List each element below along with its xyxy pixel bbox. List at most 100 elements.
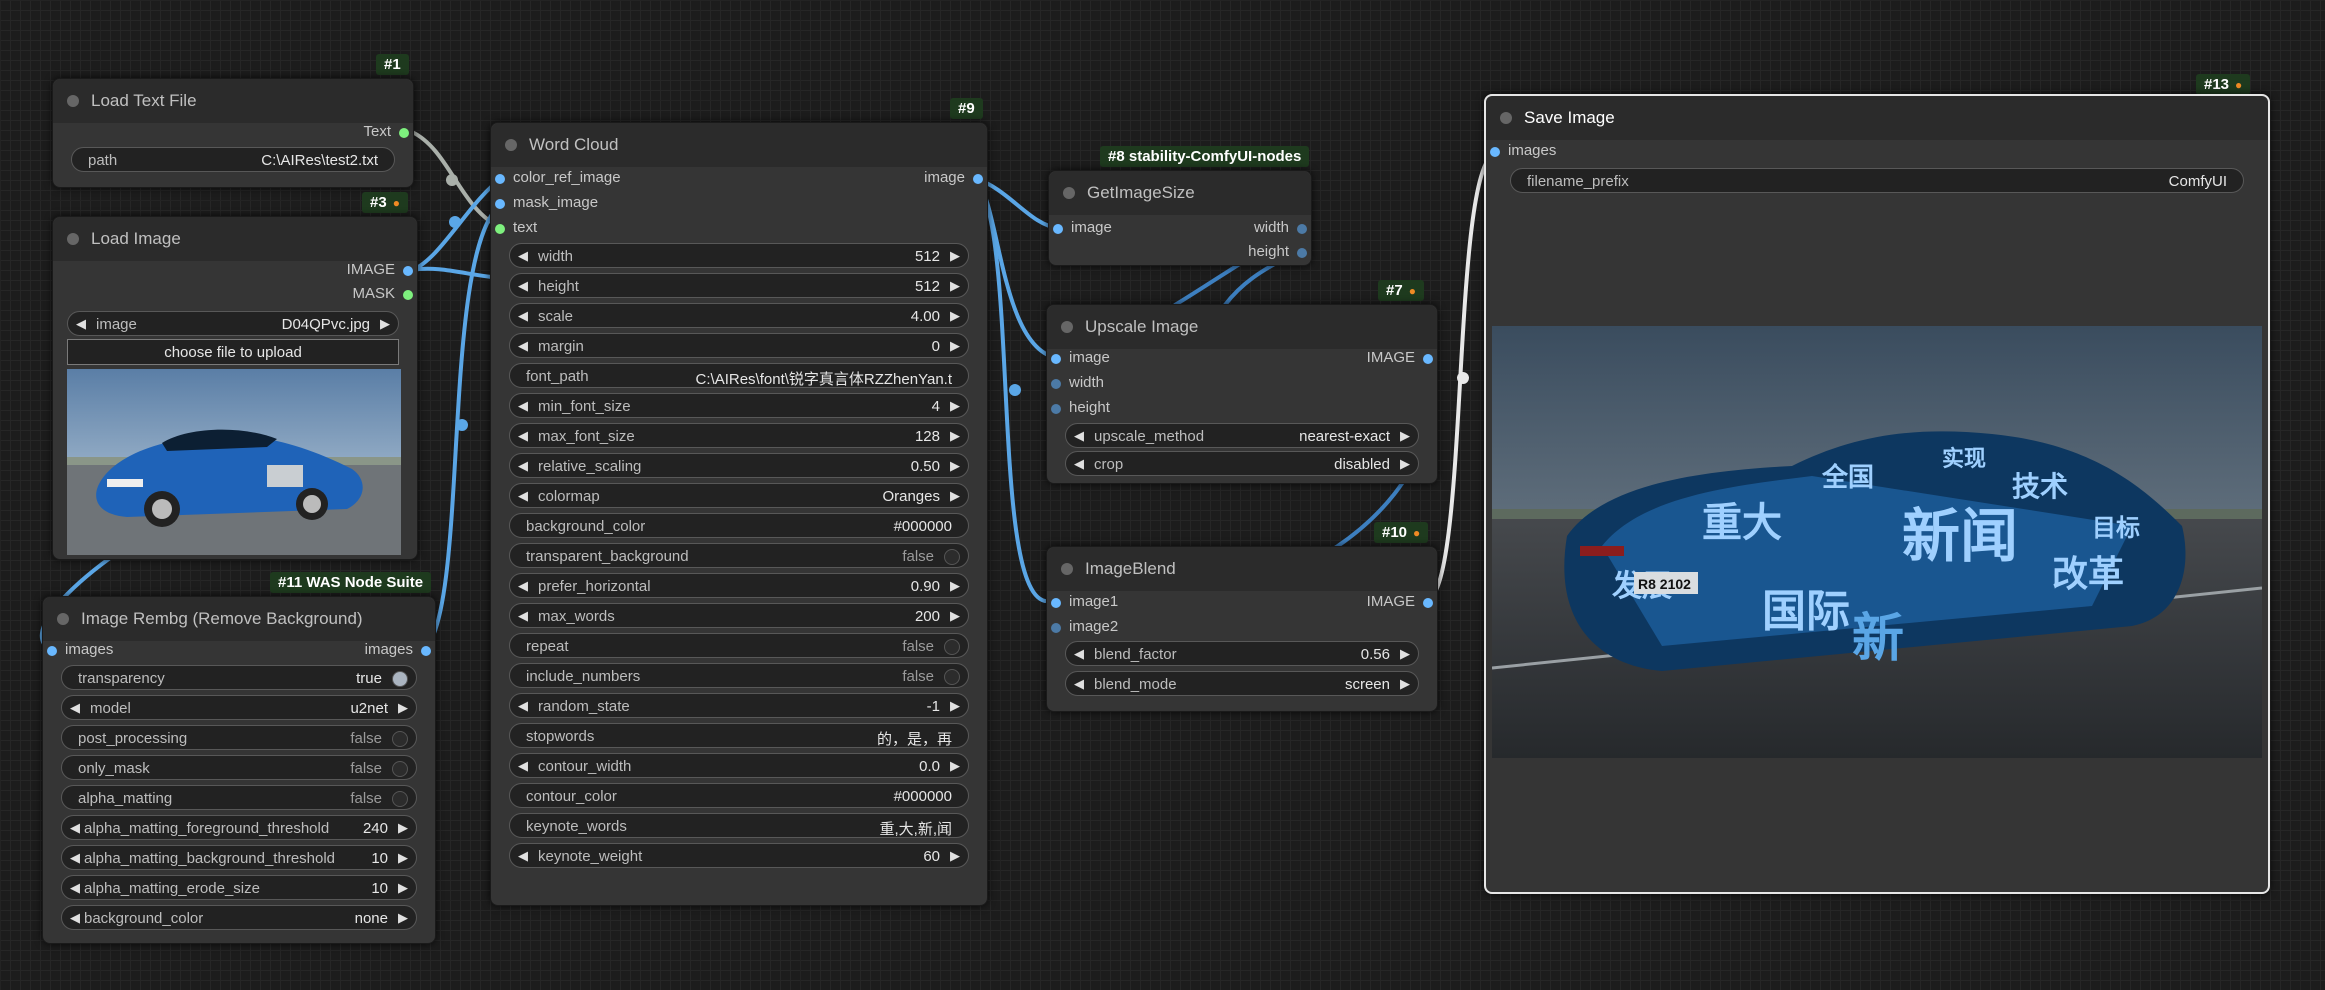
collapse-dot-icon[interactable] <box>67 95 79 107</box>
width-number[interactable]: ◀ width 512 ▶ <box>509 243 969 268</box>
collapse-dot-icon[interactable] <box>67 233 79 245</box>
arrow-left-icon: ◀ <box>70 700 80 715</box>
only-mask-toggle[interactable]: only_mask false <box>61 755 417 780</box>
image-combo[interactable]: ◀ image D04QPvc.jpg ▶ <box>67 311 399 336</box>
node-get-image-size[interactable]: GetImageSize image width height <box>1048 170 1312 266</box>
arrow-left-icon: ◀ <box>518 398 528 413</box>
preview-word: 技术 <box>2012 470 2068 503</box>
collapse-dot-icon[interactable] <box>1500 112 1512 124</box>
node-image-blend[interactable]: ImageBlend image1 image2 IMAGE ◀ blend_fa… <box>1046 546 1438 712</box>
keynote-words-text[interactable]: keynote_words 重,大,新,闻 <box>509 813 969 838</box>
node-load-image[interactable]: Load Image IMAGE MASK ◀ image D04QPvc.jpg ▶… <box>52 216 418 560</box>
collapse-dot-icon[interactable] <box>505 139 517 151</box>
node-word-cloud[interactable]: Word Cloud color_ref_image mask_image te… <box>490 122 988 906</box>
contour-color-text[interactable]: contour_color #000000 <box>509 783 969 808</box>
upscale-method-combo[interactable]: ◀ upscale_method nearest-exact ▶ <box>1065 423 1419 448</box>
node-id-badge: #11 WAS Node Suite <box>270 572 432 593</box>
collapse-dot-icon[interactable] <box>57 613 69 625</box>
node-title: Save Image <box>1524 108 1615 127</box>
collapse-dot-icon[interactable] <box>1061 321 1073 333</box>
input-image-slot[interactable]: image <box>1047 349 1110 366</box>
output-images-slot[interactable]: images <box>365 641 435 658</box>
max-font-size-number[interactable]: ◀ max_font_size 128 ▶ <box>509 423 969 448</box>
output-text-slot[interactable]: Text <box>363 123 413 140</box>
node-upscale-image[interactable]: Upscale Image image width height IMAGE ◀… <box>1046 304 1438 484</box>
output-image-slot[interactable]: IMAGE <box>1367 593 1437 610</box>
upload-button[interactable]: choose file to upload <box>67 339 399 365</box>
node-image-rembg[interactable]: Image Rembg (Remove Background) images i… <box>42 596 436 944</box>
transparent-background-toggle[interactable]: transparent_background false <box>509 543 969 568</box>
colormap-combo[interactable]: ◀ colormap Oranges ▶ <box>509 483 969 508</box>
arrow-right-icon: ▶ <box>950 458 960 473</box>
post-processing-toggle[interactable]: post_processing false <box>61 725 417 750</box>
node-header[interactable]: Save Image <box>1486 96 2268 140</box>
slot-dot-icon <box>1053 224 1063 234</box>
model-combo[interactable]: ◀ model u2net ▶ <box>61 695 417 720</box>
input-images-slot[interactable]: images <box>1486 142 1556 159</box>
input-color-ref-image-slot[interactable]: color_ref_image <box>491 169 621 186</box>
alpha-matting-toggle[interactable]: alpha_matting false <box>61 785 417 810</box>
arrow-left-icon: ◀ <box>70 820 80 835</box>
node-header[interactable]: Word Cloud <box>491 123 987 167</box>
output-width-slot[interactable]: width <box>1254 219 1311 236</box>
node-header[interactable]: Upscale Image <box>1047 305 1437 349</box>
input-width-slot[interactable]: width <box>1047 374 1104 391</box>
random-state-number[interactable]: ◀ random_state -1 ▶ <box>509 693 969 718</box>
collapse-dot-icon[interactable] <box>1061 563 1073 575</box>
contour-width-number[interactable]: ◀ contour_width 0.0 ▶ <box>509 753 969 778</box>
alpha-matting-background-threshold-number[interactable]: ◀ alpha_matting_background_threshold 10 ▶ <box>61 845 417 870</box>
margin-number[interactable]: ◀ margin 0 ▶ <box>509 333 969 358</box>
height-number[interactable]: ◀ height 512 ▶ <box>509 273 969 298</box>
blend-factor-number[interactable]: ◀ blend_factor 0.56 ▶ <box>1065 641 1419 666</box>
repeat-toggle[interactable]: repeat false <box>509 633 969 658</box>
fox-icon: ● <box>1413 526 1421 540</box>
include-numbers-toggle[interactable]: include_numbers false <box>509 663 969 688</box>
arrow-right-icon: ▶ <box>950 488 960 503</box>
input-height-slot[interactable]: height <box>1047 399 1110 416</box>
output-image-slot[interactable]: IMAGE <box>347 261 417 278</box>
alpha-matting-erode-size-number[interactable]: ◀ alpha_matting_erode_size 10 ▶ <box>61 875 417 900</box>
node-title: Load Image <box>91 229 181 248</box>
node-header[interactable]: GetImageSize <box>1049 171 1311 215</box>
slot-dot-icon <box>973 174 983 184</box>
slot-dot-icon[interactable] <box>399 128 409 138</box>
filename-prefix-text[interactable]: filename_prefix ComfyUI <box>1510 168 2244 193</box>
relative-scaling-number[interactable]: ◀ relative_scaling 0.50 ▶ <box>509 453 969 478</box>
font-path-text[interactable]: font_path C:\AIRes\font\锐字真言体RZZhenYan.t <box>509 363 969 388</box>
input-image2-slot[interactable]: image2 <box>1047 618 1118 635</box>
node-load-text-file[interactable]: Load Text File Text path C:\AIRes\test2.t… <box>52 78 414 188</box>
input-image-slot[interactable]: image <box>1049 219 1112 236</box>
slot-dot-icon <box>1297 248 1307 258</box>
node-save-image[interactable]: Save Image images filename_prefix ComfyUI… <box>1484 94 2270 894</box>
node-header[interactable]: Load Text File <box>53 79 413 123</box>
input-images-slot[interactable]: images <box>43 641 113 658</box>
arrow-right-icon: ▶ <box>950 578 960 593</box>
node-header[interactable]: Load Image <box>53 217 417 261</box>
max-words-number[interactable]: ◀ max_words 200 ▶ <box>509 603 969 628</box>
background-color-combo[interactable]: ◀ background_color none ▶ <box>61 905 417 930</box>
arrow-right-icon: ▶ <box>950 848 960 863</box>
path-widget[interactable]: path C:\AIRes\test2.txt <box>71 147 395 172</box>
scale-number[interactable]: ◀ scale 4.00 ▶ <box>509 303 969 328</box>
crop-combo[interactable]: ◀ crop disabled ▶ <box>1065 451 1419 476</box>
blend-mode-combo[interactable]: ◀ blend_mode screen ▶ <box>1065 671 1419 696</box>
collapse-dot-icon[interactable] <box>1063 187 1075 199</box>
output-image-slot[interactable]: IMAGE <box>1367 349 1437 366</box>
keynote-weight-number[interactable]: ◀ keynote_weight 60 ▶ <box>509 843 969 868</box>
output-mask-slot[interactable]: MASK <box>352 285 417 302</box>
min-font-size-number[interactable]: ◀ min_font_size 4 ▶ <box>509 393 969 418</box>
output-image-slot[interactable]: image <box>924 169 987 186</box>
prefer-horizontal-number[interactable]: ◀ prefer_horizontal 0.90 ▶ <box>509 573 969 598</box>
input-image1-slot[interactable]: image1 <box>1047 593 1118 610</box>
output-height-slot[interactable]: height <box>1248 243 1311 260</box>
background-color-text[interactable]: background_color #000000 <box>509 513 969 538</box>
node-header[interactable]: Image Rembg (Remove Background) <box>43 597 435 641</box>
input-text-slot[interactable]: text <box>491 219 537 236</box>
input-mask-image-slot[interactable]: mask_image <box>491 194 598 211</box>
stopwords-text[interactable]: stopwords 的，是，再 <box>509 723 969 748</box>
transparency-toggle[interactable]: transparency true <box>61 665 417 690</box>
node-header[interactable]: ImageBlend <box>1047 547 1437 591</box>
alpha-matting-foreground-threshold-number[interactable]: ◀ alpha_matting_foreground_threshold 240 ▶ <box>61 815 417 840</box>
toggle-knob-icon <box>944 549 960 565</box>
arrow-right-icon: ▶ <box>950 248 960 263</box>
